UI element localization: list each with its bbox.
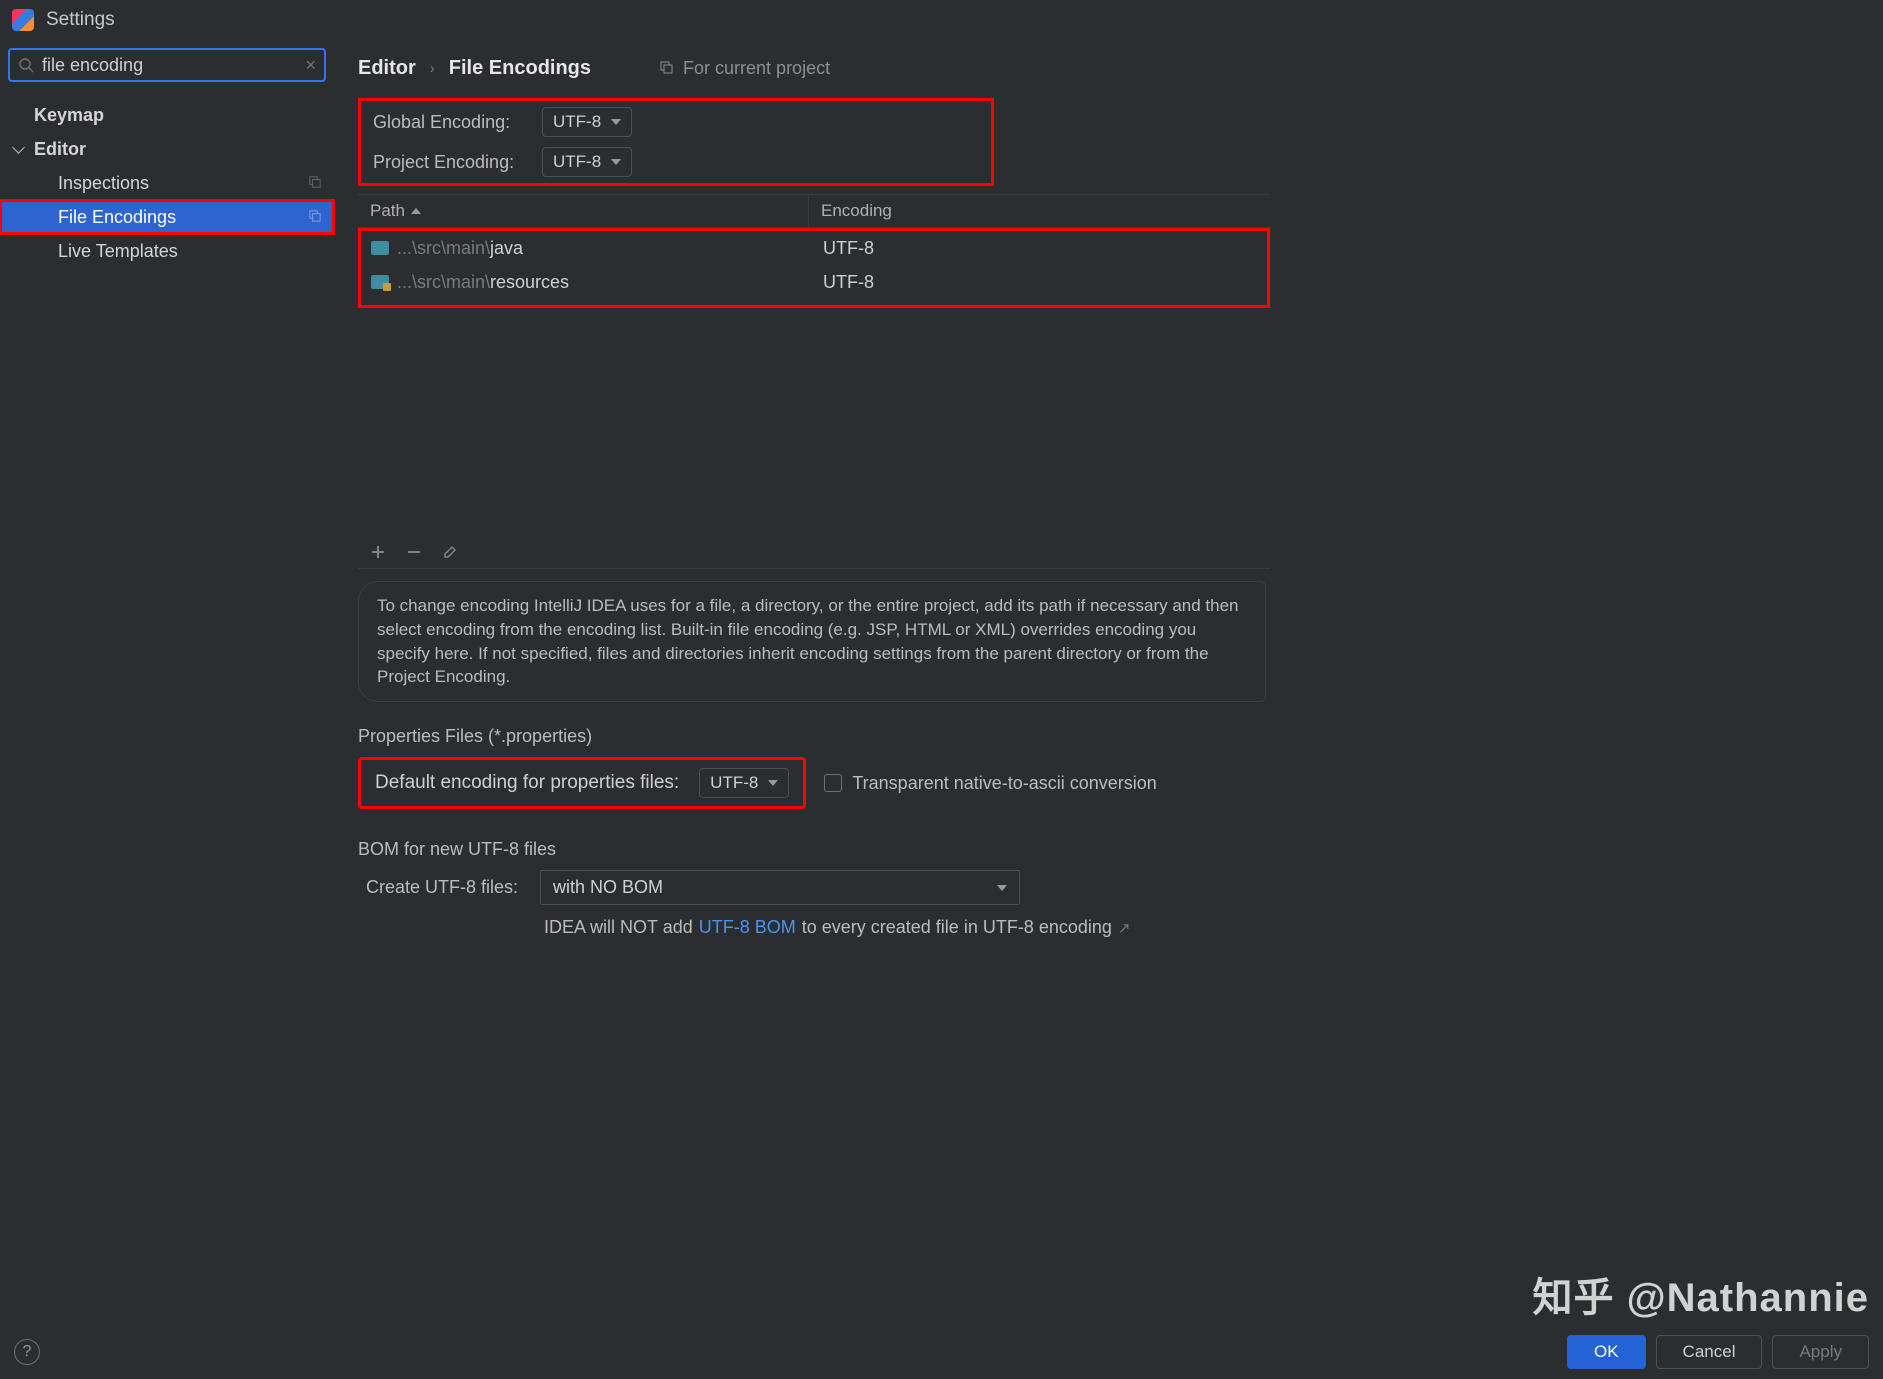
content-panel: Editor › File Encodings For current proj…	[334, 40, 1883, 1323]
global-encoding-label: Global Encoding:	[373, 112, 518, 133]
sort-asc-icon	[411, 208, 421, 214]
bom-section-title: BOM for new UTF-8 files	[358, 839, 1883, 860]
caret-down-icon	[768, 780, 778, 786]
cancel-button[interactable]: Cancel	[1656, 1335, 1763, 1369]
external-link-icon: ↗	[1118, 919, 1131, 937]
edit-button[interactable]	[440, 542, 460, 562]
checkbox-icon	[824, 774, 842, 792]
bom-note: IDEA will NOT add UTF-8 BOM to every cre…	[358, 917, 1883, 938]
help-button[interactable]: ?	[14, 1339, 40, 1365]
dialog-footer: ? OK Cancel Apply	[0, 1323, 1883, 1379]
sidebar-item-keymap[interactable]: Keymap	[0, 98, 334, 132]
apply-button[interactable]: Apply	[1772, 1335, 1869, 1369]
encoding-defaults: Global Encoding: UTF-8 Project Encoding:…	[358, 98, 994, 186]
utf8-bom-link[interactable]: UTF-8 BOM	[699, 917, 796, 938]
copy-profile-icon	[307, 207, 322, 228]
column-encoding[interactable]: Encoding	[808, 195, 1270, 227]
crumb-file-encodings: File Encodings	[449, 57, 591, 80]
global-encoding-dropdown[interactable]: UTF-8	[542, 107, 632, 137]
encoding-cell[interactable]: UTF-8	[811, 238, 1267, 259]
sidebar-item-live-templates[interactable]: Live Templates	[0, 234, 334, 268]
resources-folder-icon	[371, 275, 389, 289]
table-row[interactable]: ...\src\main\resources UTF-8	[361, 265, 1267, 299]
add-button[interactable]	[368, 542, 388, 562]
table-row[interactable]: ...\src\main\java UTF-8	[361, 231, 1267, 265]
sidebar-item-inspections[interactable]: Inspections	[0, 166, 334, 200]
sidebar-item-editor[interactable]: Editor	[0, 132, 334, 166]
default-props-encoding-label: Default encoding for properties files:	[375, 772, 679, 794]
sidebar: × Keymap Editor Inspections File Encodin…	[0, 40, 334, 1323]
ok-button[interactable]: OK	[1567, 1335, 1646, 1369]
chevron-right-icon: ›	[430, 60, 435, 77]
table-body: ...\src\main\java UTF-8 ...\src\main\res…	[358, 228, 1270, 308]
encoding-cell[interactable]: UTF-8	[811, 272, 1267, 293]
app-icon	[12, 9, 34, 31]
caret-down-icon	[611, 159, 621, 165]
copy-profile-icon	[307, 173, 322, 194]
search-input[interactable]	[42, 55, 297, 76]
column-path[interactable]: Path	[358, 201, 808, 221]
info-text: To change encoding IntelliJ IDEA uses fo…	[358, 581, 1266, 702]
default-props-encoding-dropdown[interactable]: UTF-8	[699, 768, 789, 798]
create-utf8-dropdown[interactable]: with NO BOM	[540, 870, 1020, 905]
create-utf8-label: Create UTF-8 files:	[358, 877, 518, 898]
transparent-ascii-checkbox[interactable]: Transparent native-to-ascii conversion	[824, 773, 1156, 794]
title-bar: Settings	[0, 0, 1883, 40]
sidebar-item-file-encodings[interactable]: File Encodings	[0, 200, 334, 234]
breadcrumb: Editor › File Encodings For current proj…	[358, 48, 1883, 88]
folder-icon	[371, 241, 389, 255]
search-field[interactable]: ×	[8, 48, 326, 82]
crumb-editor[interactable]: Editor	[358, 57, 416, 80]
caret-down-icon	[997, 885, 1007, 891]
caret-down-icon	[611, 119, 621, 125]
search-icon	[18, 57, 34, 73]
window-title: Settings	[46, 9, 115, 31]
project-encoding-label: Project Encoding:	[373, 152, 518, 173]
settings-tree: Keymap Editor Inspections File Encodings…	[0, 90, 334, 268]
project-encoding-dropdown[interactable]: UTF-8	[542, 147, 632, 177]
clear-icon[interactable]: ×	[305, 55, 316, 76]
project-scope-badge: For current project	[659, 58, 830, 79]
properties-section-title: Properties Files (*.properties)	[358, 726, 1883, 747]
copy-icon	[659, 60, 675, 76]
encoding-table: Path Encoding ...\src\main\java UTF-8 ..…	[358, 194, 1270, 569]
remove-button[interactable]	[404, 542, 424, 562]
table-toolbar	[358, 536, 1270, 569]
table-header: Path Encoding	[358, 194, 1270, 228]
